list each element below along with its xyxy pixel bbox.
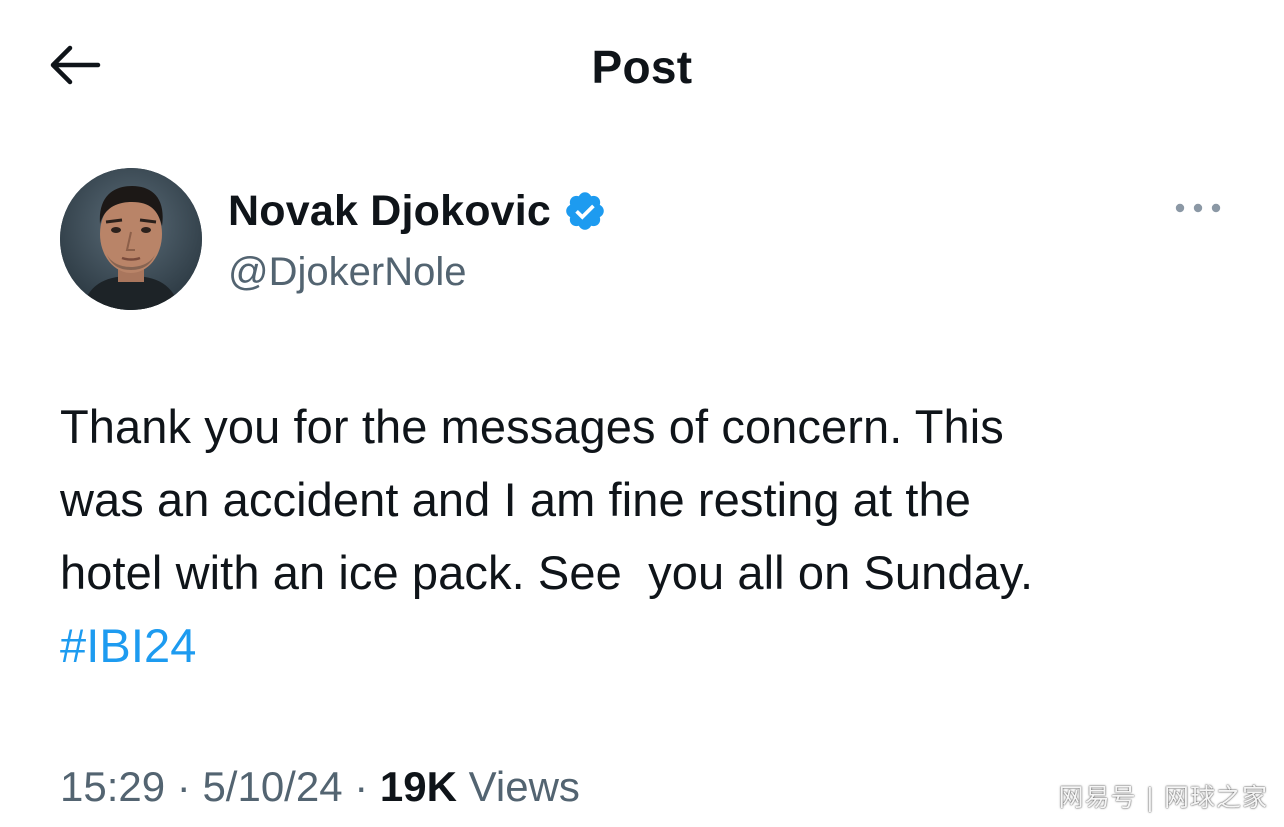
- author-display-name[interactable]: Novak Djokovic: [228, 181, 551, 241]
- verified-badge-icon[interactable]: [563, 189, 607, 233]
- post-text: Thank you for the messages of concern. T…: [60, 390, 1240, 682]
- hashtag-link[interactable]: #IBI24: [60, 619, 196, 672]
- author-handle[interactable]: @DjokerNole: [228, 244, 466, 300]
- views-count[interactable]: 19K: [380, 763, 457, 810]
- meta-separator: ·: [342, 763, 380, 810]
- more-options-button[interactable]: [1168, 190, 1228, 230]
- views-label: Views: [456, 763, 580, 810]
- avatar[interactable]: [60, 168, 202, 310]
- watermark: 网易号 | 网球之家: [1058, 783, 1268, 812]
- page-title: Post: [591, 41, 693, 93]
- post-meta: 15:29 · 5/10/24 · 19K Views: [60, 756, 580, 818]
- meta-separator: ·: [165, 763, 203, 810]
- author-name-row: Novak Djokovic: [228, 181, 607, 241]
- post-time: 15:29: [60, 763, 166, 810]
- post-body: Thank you for the messages of concern. T…: [60, 400, 1034, 599]
- top-bar: Post: [0, 0, 1284, 135]
- post-date: 5/10/24: [202, 763, 343, 810]
- more-horizontal-icon: [1174, 201, 1222, 219]
